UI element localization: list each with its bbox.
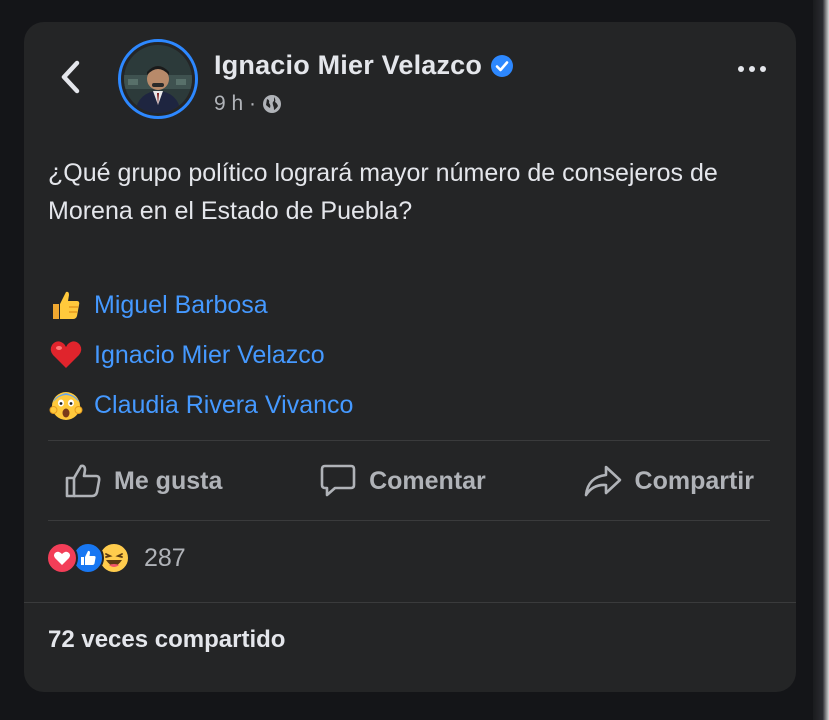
dot xyxy=(760,66,766,72)
author-name[interactable]: Ignacio Mier Velazco xyxy=(214,50,482,81)
option-row: Miguel Barbosa xyxy=(48,280,353,330)
option-label[interactable]: Claudia Rivera Vivanco xyxy=(94,391,353,420)
option-row: Ignacio Mier Velazco xyxy=(48,330,353,380)
globe-icon xyxy=(263,95,282,113)
dot xyxy=(749,66,755,72)
poll-options: Miguel Barbosa Ignacio Mier Velazco Clau… xyxy=(48,280,353,430)
share-button[interactable]: Compartir xyxy=(583,463,754,499)
avatar-photo xyxy=(124,45,192,113)
frame-edge xyxy=(813,0,829,720)
author-avatar[interactable] xyxy=(118,39,198,119)
option-row: Claudia Rivera Vivanco xyxy=(48,380,353,430)
reaction-count: 287 xyxy=(144,543,186,572)
post-text: ¿Qué grupo político logrará mayor número… xyxy=(48,159,718,225)
option-label[interactable]: Miguel Barbosa xyxy=(94,291,268,320)
action-bar: Me gusta Comentar Compartir xyxy=(48,442,770,520)
comment-label: Comentar xyxy=(369,466,486,495)
reaction-summary[interactable]: 287 xyxy=(46,542,186,574)
thumbs-up-emoji-icon xyxy=(48,287,84,323)
share-arrow-icon xyxy=(584,465,621,497)
thumbs-up-icon xyxy=(65,464,101,498)
comment-button[interactable]: Comentar xyxy=(319,463,486,499)
red-heart-emoji-icon xyxy=(48,337,84,373)
share-label: Compartir xyxy=(634,466,754,495)
like-label: Me gusta xyxy=(114,466,223,495)
back-button[interactable] xyxy=(54,56,88,98)
screaming-face-emoji-icon xyxy=(48,387,84,423)
post-card: Ignacio Mier Velazco 9 h · ¿Qué grupo po… xyxy=(24,22,796,692)
post-time[interactable]: 9 h · xyxy=(214,92,256,116)
divider xyxy=(24,602,796,603)
more-options-button[interactable] xyxy=(738,66,766,72)
share-count[interactable]: 72 veces compartido xyxy=(48,626,285,654)
divider xyxy=(48,520,770,521)
divider xyxy=(48,440,770,441)
option-label[interactable]: Ignacio Mier Velazco xyxy=(94,341,325,370)
verified-badge-icon xyxy=(491,54,514,77)
dot xyxy=(738,66,744,72)
heart-reaction-icon xyxy=(46,542,78,574)
like-button[interactable]: Me gusta xyxy=(64,463,222,499)
comment-bubble-icon xyxy=(320,464,356,497)
chevron-left-icon xyxy=(61,60,80,94)
